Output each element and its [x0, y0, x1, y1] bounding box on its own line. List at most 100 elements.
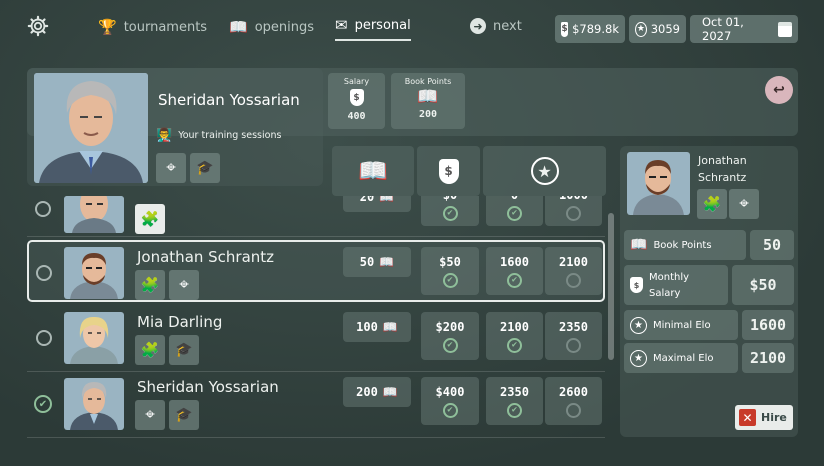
lecture-button[interactable]: 🎓 [169, 335, 199, 365]
puzzle-icon: 🧩 [702, 195, 722, 213]
salary-cell: $0 ✔ [421, 196, 479, 226]
min-elo-cell: 2100 ✔ [486, 312, 543, 360]
star-icon: ★ [635, 21, 647, 37]
check-icon: ✔ [442, 337, 458, 353]
salary-cell: $400 ✔ [421, 377, 479, 425]
money-bag-icon: $ [349, 89, 364, 106]
book-icon: 📖 [358, 157, 388, 185]
money-bag-icon: $ [438, 158, 459, 184]
check-icon: ✔ [507, 205, 522, 221]
books-cell: 100 📖 [343, 312, 411, 342]
crosshair-icon: ⌖ [145, 405, 155, 425]
puzzle-button[interactable]: 🧩 [135, 270, 165, 300]
min-elo-value: 2350 [500, 384, 529, 399]
nav-tournaments[interactable]: 🏆 tournaments [98, 18, 207, 36]
graduation-cap-icon: 🎓 [175, 407, 193, 423]
books-value: 20 [359, 196, 375, 204]
puzzle-button[interactable]: 🧩 [135, 335, 165, 365]
books-value: 50 [359, 255, 375, 269]
back-button[interactable]: ↩ [765, 76, 793, 104]
detail-last-name: Schrantz [698, 171, 747, 184]
target-button[interactable]: ⌖ [135, 400, 165, 430]
date-badge[interactable]: Oct 01, 2027 [690, 15, 798, 43]
session-lecture-button[interactable]: 🎓 [190, 153, 220, 183]
trainer-avatar [64, 378, 124, 430]
table-row[interactable]: 🧩 20📖 $0✔ 0✔ 1000 [27, 196, 605, 236]
detail-target-button[interactable]: ⌖ [729, 189, 759, 219]
table-row[interactable]: Jonathan Schrantz 🧩 ⌖ 50 📖 $50 ✔ 1600 ✔ 210… [27, 240, 605, 302]
books-cell: 20 📖 [343, 196, 411, 212]
salary-label-line1: Monthly [649, 271, 690, 283]
target-button[interactable]: ⌖ [169, 270, 199, 300]
min-elo-label-text: Minimal Elo [653, 319, 711, 331]
min-elo-cell: 1600 ✔ [486, 247, 543, 295]
puzzle-icon: 🧩 [140, 276, 160, 294]
training-sessions-row: 👨‍🏫 Your training sessions [156, 128, 281, 143]
salary-value: $50 [439, 254, 461, 269]
hire-label: Hire [761, 411, 787, 424]
row-radio[interactable] [35, 201, 51, 217]
elo-value: 3059 [650, 22, 680, 36]
check-icon: ✔ [507, 272, 522, 288]
salary-cell: $200 ✔ [421, 312, 479, 360]
session-target-button[interactable]: ⌖ [156, 153, 186, 183]
graduation-cap-icon: 🎓 [175, 342, 193, 358]
book-points-label: Book Points [404, 77, 452, 86]
empty-circle-icon [566, 402, 581, 418]
salary-value: 400 [347, 111, 366, 122]
row-radio[interactable] [36, 265, 52, 281]
trainer-name: Sheridan Yossarian [137, 378, 279, 396]
trophy-icon: 🏆 [98, 18, 117, 36]
min-elo-value: 2100 [500, 319, 529, 334]
empty-circle-icon [566, 272, 581, 288]
nav-openings[interactable]: 📖 openings [229, 18, 314, 36]
trainer-icon: 👨‍🏫 [156, 128, 173, 143]
close-x-icon: ✕ [739, 409, 756, 426]
max-elo-label-text: Maximal Elo [653, 352, 714, 364]
calendar-icon [777, 21, 792, 37]
book-icon: 📖 [379, 196, 395, 204]
envelope-icon: ✉ [335, 16, 348, 34]
elo-badge: ★ 3059 [629, 15, 686, 43]
salary-value: $0 [443, 196, 457, 202]
money-bag-icon: $ [561, 21, 569, 37]
salary-label-line2: Salary [649, 287, 681, 299]
trainer-avatar [64, 196, 124, 233]
puzzle-icon: 🧩 [140, 210, 160, 228]
date-value: Oct 01, 2027 [702, 15, 744, 43]
puzzle-button[interactable]: 🧩 [135, 204, 165, 234]
detail-min-elo-label: ★ Minimal Elo [624, 310, 738, 340]
min-elo-value: 0 [511, 196, 518, 202]
nav-next[interactable]: ➜ next [470, 18, 522, 34]
check-icon: ✔ [442, 402, 458, 418]
book-points-value: 200 [418, 109, 438, 120]
col-header-books: 📖 [332, 146, 414, 196]
trainer-avatar [64, 312, 124, 364]
row-radio[interactable] [36, 330, 52, 346]
training-sessions-label: Your training sessions [178, 130, 282, 141]
books-cell: 50 📖 [343, 247, 411, 277]
max-elo-cell: 1000 [545, 196, 602, 226]
nav-openings-label: openings [254, 19, 315, 35]
min-elo-value: 1600 [500, 254, 529, 269]
crosshair-icon: ⌖ [166, 158, 176, 178]
min-elo-cell: 0✔ [486, 196, 543, 226]
row-check[interactable]: ✔ [34, 395, 52, 413]
detail-avatar [627, 152, 690, 215]
nav-next-label: next [493, 18, 522, 34]
table-row[interactable]: ✔ Sheridan Yossarian ⌖ 🎓 200 📖 $400 ✔ 2350… [27, 373, 605, 435]
settings-icon[interactable] [27, 15, 49, 37]
books-value: 200 [356, 385, 378, 399]
detail-puzzle-button[interactable]: 🧩 [697, 189, 727, 219]
book-points-label-text: Book Points [653, 239, 712, 251]
max-elo-cell: 2100 [545, 247, 602, 295]
book-icon: 📖 [382, 385, 398, 399]
col-header-elo: ★ [483, 146, 606, 196]
lecture-button[interactable]: 🎓 [169, 400, 199, 430]
nav-personal[interactable]: ✉ personal [335, 16, 411, 41]
table-row[interactable]: Mia Darling 🧩 🎓 100 📖 $200 ✔ 2100 ✔ 2350 [27, 307, 605, 369]
detail-book-points-value: 50 [750, 230, 794, 260]
hire-button[interactable]: ✕ Hire [735, 405, 793, 430]
scrollbar[interactable] [608, 213, 614, 360]
max-elo-value: 2600 [559, 384, 588, 399]
